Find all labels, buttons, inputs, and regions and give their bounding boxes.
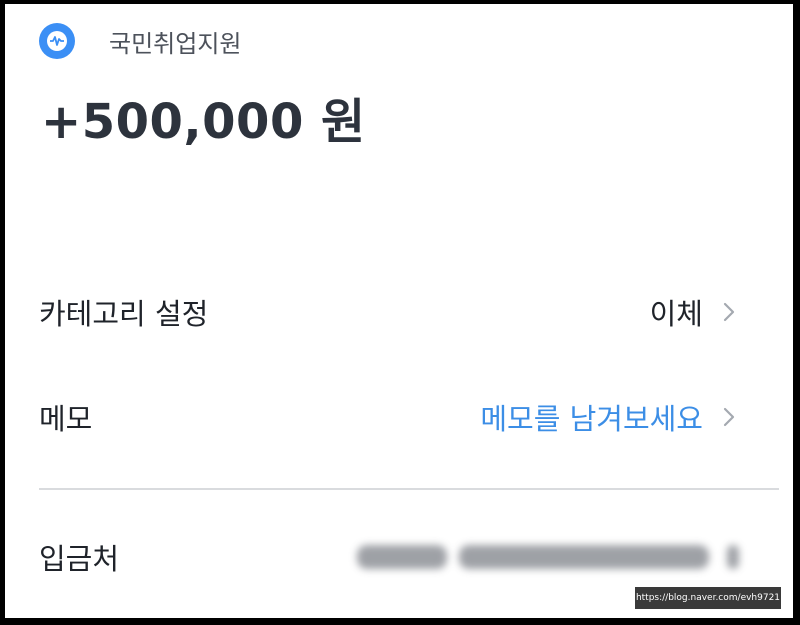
depositor-row[interactable]: 입금처 [39, 532, 739, 582]
chevron-right-icon [723, 405, 739, 429]
blurred-depositor-info [357, 545, 739, 569]
memo-row[interactable]: 메모 메모를 남겨보세요 [39, 392, 739, 442]
blog-watermark: https://blog.naver.com/evh9721 [635, 587, 781, 609]
wave-icon [47, 31, 67, 51]
category-value: 이체 [649, 297, 703, 331]
bank-name: 국민취업지원 [109, 29, 242, 58]
category-setting-label: 카테고리 설정 [39, 297, 209, 331]
bank-logo [39, 23, 75, 59]
transaction-header: 국민취업지원 [39, 21, 241, 61]
memo-placeholder-link[interactable]: 메모를 남겨보세요 [480, 396, 703, 438]
memo-label: 메모 [39, 402, 93, 436]
chevron-right-icon [723, 300, 739, 324]
depositor-label: 입금처 [39, 542, 120, 576]
category-setting-row[interactable]: 카테고리 설정 이체 [39, 287, 739, 337]
section-divider [39, 488, 779, 490]
transaction-amount: +500,000 원 [41, 94, 366, 150]
transaction-detail-screen: 국민취업지원 +500,000 원 카테고리 설정 이체 메모 메모를 남겨보세… [5, 4, 793, 618]
